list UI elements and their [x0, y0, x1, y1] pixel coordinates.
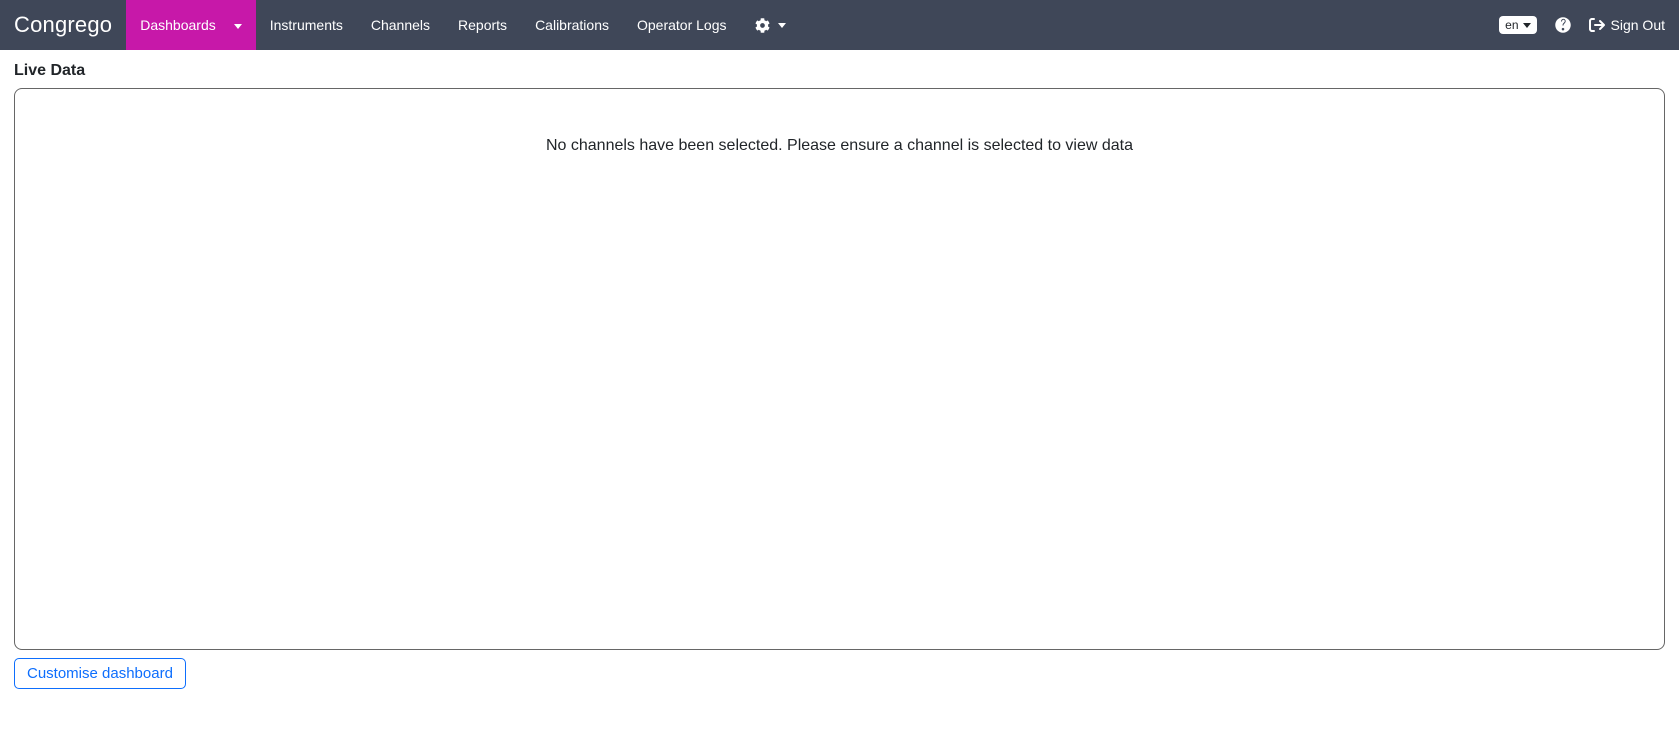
nav-settings[interactable] [741, 0, 800, 50]
empty-state-message: No channels have been selected. Please e… [15, 137, 1664, 155]
nav-dashboards-label: Dashboards [140, 17, 216, 33]
nav-calibrations-label: Calibrations [535, 17, 609, 33]
nav-calibrations[interactable]: Calibrations [521, 0, 623, 50]
gear-icon [755, 18, 770, 33]
caret-down-icon [1523, 23, 1531, 28]
nav-right: en Sign Out [1499, 0, 1679, 50]
nav-channels-label: Channels [371, 17, 430, 33]
nav-channels[interactable]: Channels [357, 0, 444, 50]
top-navbar: Congrego Dashboards Instruments Channels… [0, 0, 1679, 50]
live-data-card: No channels have been selected. Please e… [14, 88, 1665, 650]
brand-logo[interactable]: Congrego [0, 0, 126, 50]
nav-operator-logs[interactable]: Operator Logs [623, 0, 741, 50]
page-content: Live Data No channels have been selected… [0, 50, 1679, 703]
nav-instruments[interactable]: Instruments [256, 0, 357, 50]
nav-reports[interactable]: Reports [444, 0, 521, 50]
language-button[interactable]: en [1499, 16, 1536, 34]
nav-operator-logs-label: Operator Logs [637, 17, 727, 33]
signout-label: Sign Out [1611, 17, 1665, 33]
language-label: en [1505, 18, 1518, 32]
help-icon[interactable] [1555, 17, 1571, 33]
caret-down-icon [778, 23, 786, 28]
page-title: Live Data [14, 62, 1665, 80]
nav-instruments-label: Instruments [270, 17, 343, 33]
caret-down-icon[interactable] [234, 17, 242, 33]
nav-left: Dashboards Instruments Channels Reports … [126, 0, 799, 50]
customise-dashboard-button[interactable]: Customise dashboard [14, 658, 186, 689]
nav-reports-label: Reports [458, 17, 507, 33]
signout-button[interactable]: Sign Out [1589, 17, 1665, 33]
signout-icon [1589, 17, 1605, 33]
nav-dashboards[interactable]: Dashboards [126, 0, 256, 50]
